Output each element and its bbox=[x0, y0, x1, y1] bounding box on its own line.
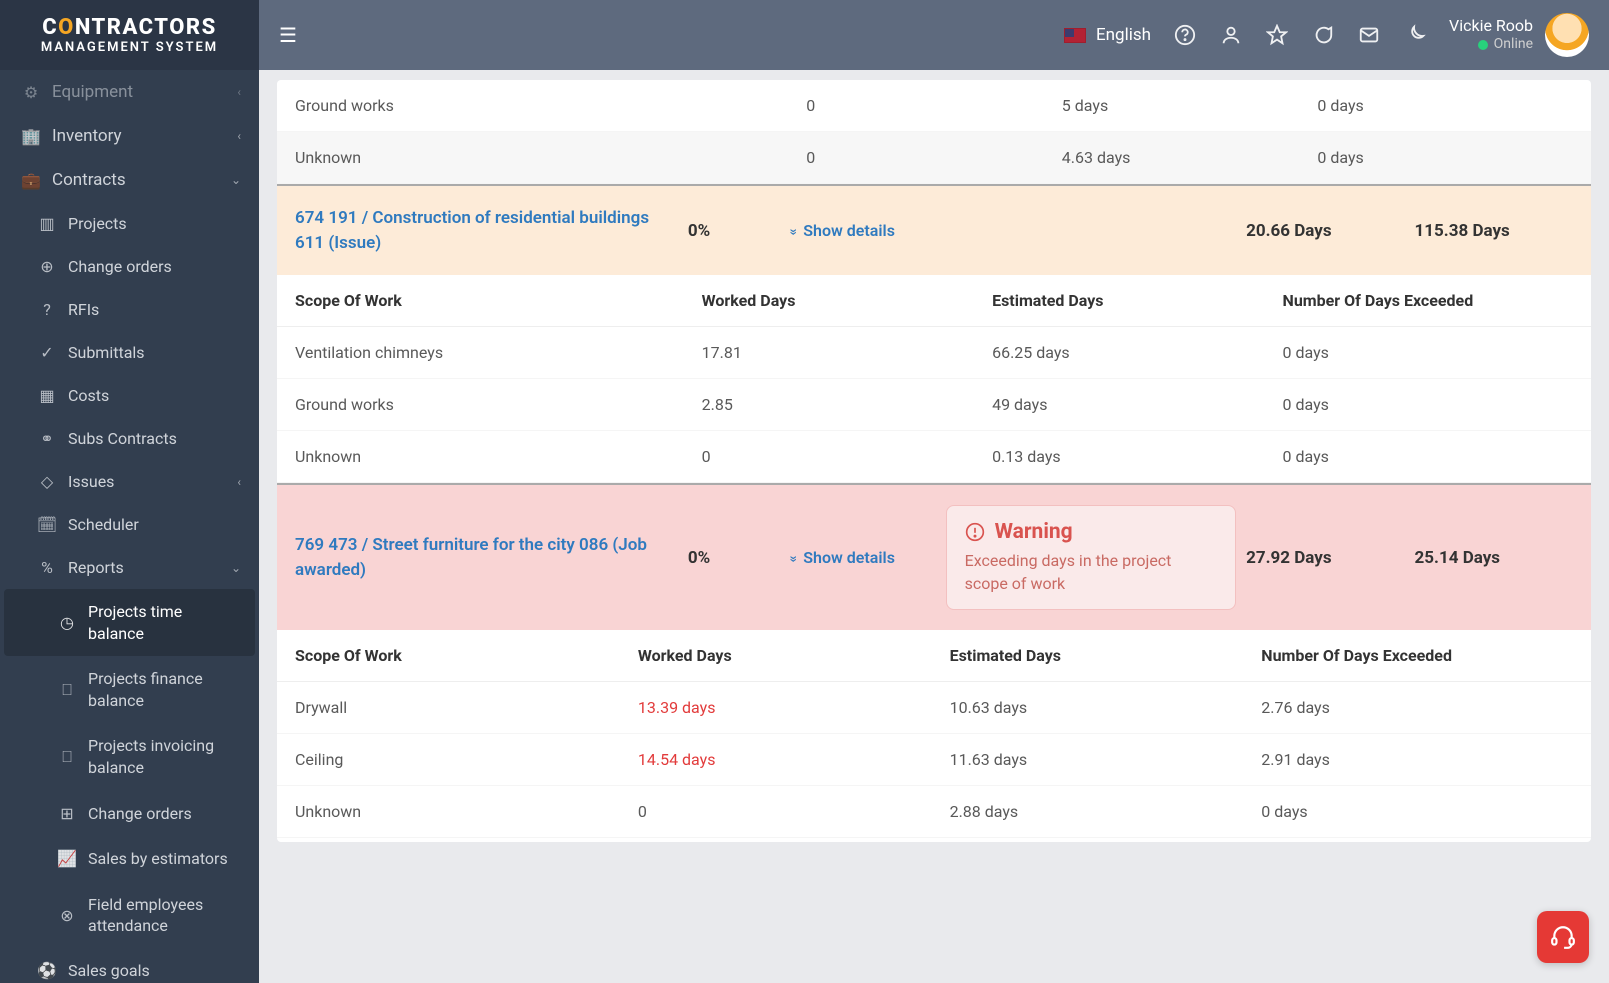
check-icon: ✓ bbox=[34, 343, 60, 362]
sidebar: CONTRACTORS MANAGEMENT SYSTEM ⚙ Equipmen… bbox=[0, 0, 259, 983]
status-dot-icon bbox=[1478, 40, 1488, 50]
user-menu[interactable]: Vickie Roob Online bbox=[1449, 13, 1589, 57]
headset-icon bbox=[1550, 924, 1576, 950]
avatar bbox=[1545, 13, 1589, 57]
project-days-a: 20.66 Days bbox=[1246, 221, 1404, 241]
table-row: Drywall13.39 days10.63 days2.76 days bbox=[277, 682, 1591, 734]
support-fab[interactable] bbox=[1537, 911, 1589, 963]
help-icon[interactable] bbox=[1173, 23, 1197, 47]
nav-report-sales-estimators[interactable]: 📈Sales by estimators bbox=[0, 836, 259, 882]
nav-report-change-orders[interactable]: ⊞Change orders bbox=[0, 791, 259, 837]
user-status: Online bbox=[1449, 36, 1533, 54]
percent-icon: % bbox=[34, 558, 60, 577]
nav-contracts[interactable]: 💼 Contracts ⌄ bbox=[0, 158, 259, 202]
table-row: Unknown00.13 days0 days bbox=[277, 431, 1591, 483]
clock-icon: ◷ bbox=[54, 613, 80, 632]
chevron-left-icon: ‹ bbox=[237, 85, 241, 99]
chevron-left-icon: ‹ bbox=[237, 129, 241, 143]
plus-circle-icon: ⊕ bbox=[34, 257, 60, 276]
chevron-down-icon: ⌄ bbox=[231, 561, 241, 575]
content-area: Ground works05 days0 daysUnknown04.63 da… bbox=[259, 70, 1609, 983]
nav-report-time-balance[interactable]: ◷Projects time balance bbox=[4, 589, 255, 656]
chat-icon[interactable] bbox=[1311, 23, 1335, 47]
x-circle-icon: ⊗ bbox=[54, 906, 80, 925]
nav-reports[interactable]: %Reports⌄ bbox=[0, 546, 259, 589]
menu-toggle-icon[interactable]: ☰ bbox=[279, 23, 297, 47]
table-row: Unknown04.63 days0 days bbox=[277, 132, 1591, 184]
chevron-double-down-icon bbox=[790, 548, 797, 567]
mail-icon[interactable] bbox=[1357, 23, 1381, 47]
briefcase-icon: 💼 bbox=[18, 171, 44, 190]
nav-change-orders[interactable]: ⊕Change orders bbox=[0, 245, 259, 288]
plus-square-icon: ⊞ bbox=[54, 804, 80, 823]
window-icon: ▥ bbox=[34, 214, 60, 233]
nav-subs[interactable]: ⚭Subs Contracts bbox=[0, 417, 259, 460]
flag-us-icon bbox=[1064, 28, 1086, 43]
table-row: Ventilation chimneys17.8166.25 days0 day… bbox=[277, 327, 1591, 379]
logo: CONTRACTORS MANAGEMENT SYSTEM bbox=[0, 0, 259, 70]
alert-circle-icon bbox=[965, 522, 985, 542]
project-row: 769 473 / Street furniture for the city … bbox=[277, 483, 1591, 630]
language-label: English bbox=[1096, 25, 1151, 45]
chain-icon: ⚭ bbox=[34, 429, 60, 448]
nav-issues[interactable]: ◇Issues‹ bbox=[0, 460, 259, 503]
chevron-down-icon: ⌄ bbox=[231, 173, 241, 187]
hardhat-icon: O bbox=[58, 15, 75, 40]
user-name-label: Vickie Roob bbox=[1449, 16, 1533, 36]
chevron-left-icon: ‹ bbox=[237, 475, 241, 489]
project-days-b: 25.14 Days bbox=[1415, 548, 1573, 568]
calc-icon: ▦ bbox=[34, 386, 60, 405]
topbar: ☰ English Vickie Roob Online bbox=[259, 0, 1609, 70]
money-icon: ⎕ bbox=[54, 747, 80, 767]
nav-report-invoicing-balance[interactable]: ⎕Projects invoicing balance bbox=[0, 723, 259, 790]
equipment-icon: ⚙ bbox=[18, 83, 44, 102]
warning-box: Warning Exceeding days in the project sc… bbox=[946, 505, 1237, 610]
table-row: Unknown02.88 days0 days bbox=[277, 786, 1591, 838]
tag-icon: ◇ bbox=[34, 472, 60, 491]
theme-toggle-icon[interactable] bbox=[1403, 23, 1427, 47]
show-details-button[interactable]: Show details bbox=[790, 548, 935, 567]
ball-icon: ⚽ bbox=[34, 961, 60, 980]
chevron-double-down-icon bbox=[790, 221, 797, 240]
inventory-icon: 🏢 bbox=[18, 127, 44, 146]
language-selector[interactable]: English bbox=[1064, 25, 1151, 45]
nav-inventory[interactable]: 🏢 Inventory ‹ bbox=[0, 114, 259, 158]
nav-report-finance-balance[interactable]: ⎕Projects finance balance bbox=[0, 656, 259, 723]
project-days-b: 115.38 Days bbox=[1415, 221, 1573, 241]
nav-submittals[interactable]: ✓Submittals bbox=[0, 331, 259, 374]
project-percent: 0% bbox=[688, 221, 780, 241]
table-row: Ground works2.8549 days0 days bbox=[277, 379, 1591, 431]
project-link[interactable]: 674 191 / Construction of residential bu… bbox=[295, 206, 678, 255]
nav: ⚙ Equipment ‹ 🏢 Inventory ‹ 💼 Contracts … bbox=[0, 70, 259, 983]
profile-icon[interactable] bbox=[1219, 23, 1243, 47]
question-icon: ? bbox=[34, 300, 60, 319]
calendar-icon: 🗓 bbox=[34, 515, 60, 534]
table-header: Scope Of WorkWorked DaysEstimated DaysNu… bbox=[277, 630, 1591, 682]
table-header: Scope Of WorkWorked DaysEstimated DaysNu… bbox=[277, 275, 1591, 327]
show-details-button[interactable]: Show details bbox=[790, 221, 935, 240]
table-row: Ground works05 days0 days bbox=[277, 80, 1591, 132]
project-row: 674 191 / Construction of residential bu… bbox=[277, 184, 1591, 275]
nav-costs[interactable]: ▦Costs bbox=[0, 374, 259, 417]
chart-icon: 📈 bbox=[54, 849, 80, 868]
nav-projects[interactable]: ▥Projects bbox=[0, 202, 259, 245]
money-icon: ⎕ bbox=[54, 680, 80, 700]
nav-rfis[interactable]: ?RFIs bbox=[0, 288, 259, 331]
nav-equipment[interactable]: ⚙ Equipment ‹ bbox=[0, 70, 259, 114]
project-percent: 0% bbox=[688, 548, 780, 568]
star-icon[interactable] bbox=[1265, 23, 1289, 47]
nav-sales-goals[interactable]: ⚽Sales goals bbox=[0, 949, 259, 983]
nav-scheduler[interactable]: 🗓Scheduler bbox=[0, 503, 259, 546]
project-link[interactable]: 769 473 / Street furniture for the city … bbox=[295, 533, 678, 582]
table-row: Ceiling14.54 days11.63 days2.91 days bbox=[277, 734, 1591, 786]
nav-report-field-attendance[interactable]: ⊗Field employees attendance bbox=[0, 882, 259, 949]
project-days-a: 27.92 Days bbox=[1246, 548, 1404, 568]
